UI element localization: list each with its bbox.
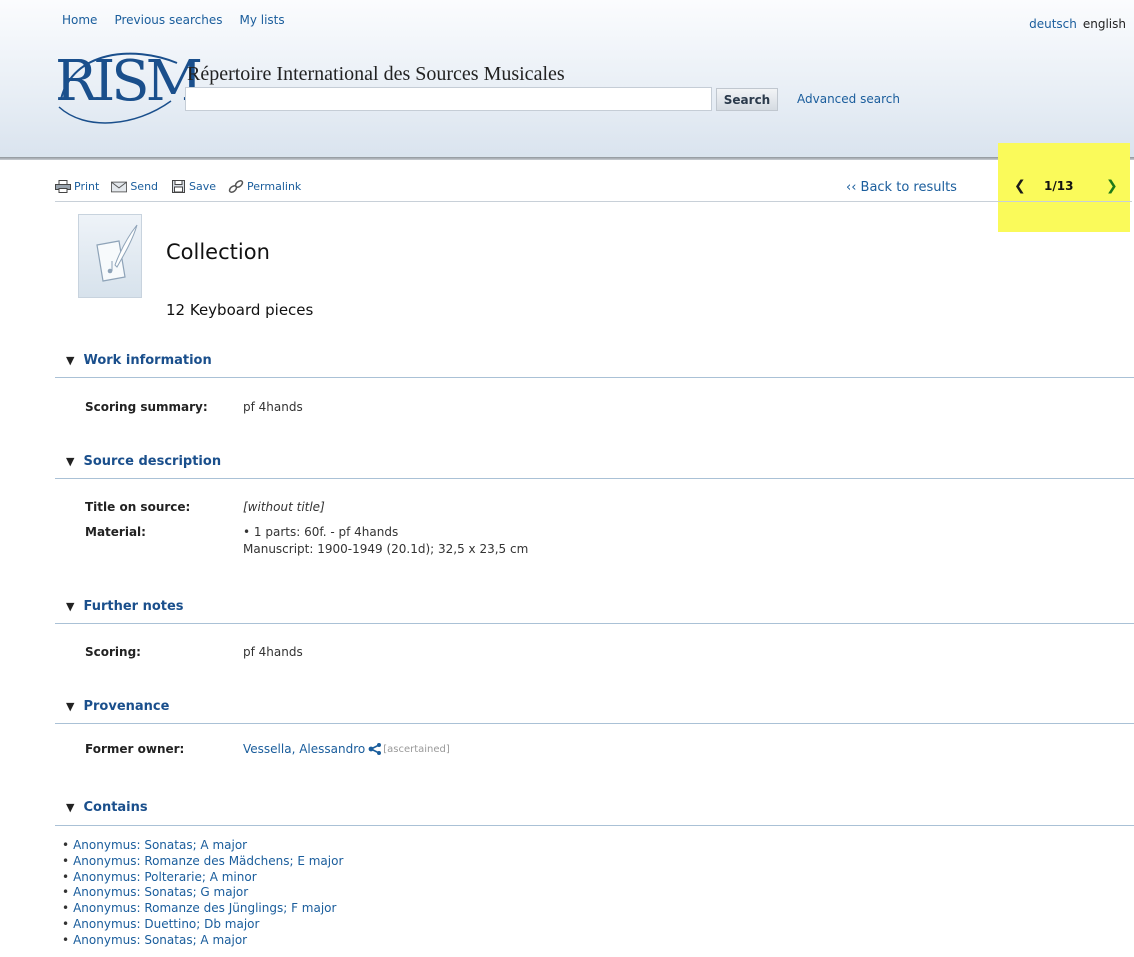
section-divider	[55, 478, 1134, 479]
contains-item[interactable]: Anonymus: Sonatas; A major	[62, 933, 343, 949]
triangle-down-icon: ▼	[66, 455, 75, 468]
contains-item[interactable]: Anonymus: Romanze des Mädchens; E major	[62, 854, 343, 870]
rism-logo[interactable]: RISM	[55, 47, 203, 127]
permalink-label: Permalink	[247, 180, 302, 193]
language-switcher: deutsch english	[1029, 17, 1126, 31]
material-parts: 1 parts: 60f. - pf 4hands	[253, 525, 399, 539]
section-toggle-work-information[interactable]: ▼ Work information	[66, 353, 212, 368]
send-label: Send	[130, 180, 159, 193]
save-label: Save	[189, 180, 217, 193]
section-toggle-source-description[interactable]: ▼ Source description	[66, 454, 221, 469]
section-heading-label: Provenance	[83, 699, 170, 714]
section-toggle-further-notes[interactable]: ▼ Further notes	[66, 599, 184, 614]
field-label-scoring: Scoring:	[85, 645, 141, 659]
field-value-scoring: pf 4hands	[243, 645, 303, 659]
section-heading-label: Source description	[83, 454, 222, 469]
nav-my-lists-link[interactable]: My lists	[239, 13, 284, 27]
section-divider	[55, 377, 1134, 378]
floppy-disk-icon	[170, 180, 186, 193]
triangle-down-icon: ▼	[66, 700, 75, 713]
section-toggle-contains[interactable]: ▼ Contains	[66, 800, 148, 815]
save-button[interactable]: Save	[170, 180, 216, 193]
lang-english-current: english	[1082, 17, 1126, 31]
top-nav: Home Previous searches My lists	[62, 13, 285, 27]
envelope-icon	[111, 180, 128, 193]
triangle-down-icon: ▼	[66, 600, 75, 613]
permalink-button[interactable]: Permalink	[228, 180, 301, 193]
contains-item[interactable]: Anonymus: Sonatas; A major	[62, 838, 343, 854]
search-input[interactable]	[185, 87, 712, 111]
pager-count: 1/13	[1044, 179, 1074, 193]
contains-item[interactable]: Anonymus: Sonatas; G major	[62, 885, 343, 901]
contains-item[interactable]: Anonymus: Polterarie; A minor	[62, 870, 343, 886]
ascertained-note: [ascertained]	[383, 743, 450, 755]
field-label-title-on-source: Title on source:	[85, 500, 191, 514]
section-divider	[55, 825, 1134, 826]
pager-next-button[interactable]: ❯	[1106, 178, 1118, 194]
site-header: Home Previous searches My lists deutsch …	[0, 0, 1134, 160]
pager-prev-button[interactable]: ❮	[1014, 178, 1026, 194]
record-title: 12 Keyboard pieces	[166, 301, 314, 319]
section-heading-label: Work information	[83, 353, 212, 368]
site-title: Répertoire International des Sources Mus…	[187, 63, 565, 85]
record-type-heading: Collection	[166, 240, 270, 264]
field-value-title-on-source: [without title]	[243, 500, 325, 514]
field-value-material-line2: Manuscript: 1900-1949 (20.1d); 32,5 x 23…	[243, 542, 529, 556]
field-value-scoring-summary: pf 4hands	[243, 400, 303, 414]
section-divider	[55, 623, 1134, 624]
back-to-results-link[interactable]: ‹‹ Back to results	[846, 180, 957, 195]
logo-text: RISM	[55, 49, 203, 114]
print-button[interactable]: Print	[55, 180, 99, 193]
header-divider	[0, 157, 1134, 160]
record-toolbar: Print Send Save Permalink	[55, 180, 313, 193]
triangle-down-icon: ▼	[66, 354, 75, 367]
former-owner-link[interactable]: Vessella, Alessandro	[243, 742, 365, 756]
search-button[interactable]: Search	[716, 88, 778, 111]
section-divider	[55, 723, 1134, 724]
field-value-material-line1: • 1 parts: 60f. - pf 4hands	[243, 525, 398, 539]
contains-list: Anonymus: Sonatas; A major Anonymus: Rom…	[62, 838, 343, 949]
send-button[interactable]: Send	[111, 180, 158, 193]
field-label-scoring-summary: Scoring summary:	[85, 400, 208, 414]
link-chain-icon	[228, 180, 244, 193]
lang-deutsch-link[interactable]: deutsch	[1029, 17, 1077, 31]
collection-thumbnail	[78, 214, 142, 298]
section-heading-label: Further notes	[83, 599, 184, 614]
share-network-icon[interactable]	[368, 743, 382, 755]
contains-item[interactable]: Anonymus: Duettino; Db major	[62, 917, 343, 933]
field-label-former-owner: Former owner:	[85, 742, 185, 756]
nav-previous-searches-link[interactable]: Previous searches	[114, 13, 222, 27]
field-value-former-owner: Vessella, Alessandro [ascertained]	[243, 742, 450, 756]
printer-icon	[55, 180, 71, 193]
quill-manuscript-icon	[96, 224, 138, 282]
section-heading-label: Contains	[83, 800, 148, 815]
field-label-material: Material:	[85, 525, 146, 539]
toolbar-divider	[55, 201, 1132, 202]
section-toggle-provenance[interactable]: ▼ Provenance	[66, 699, 169, 714]
print-label: Print	[74, 180, 100, 193]
triangle-down-icon: ▼	[66, 801, 75, 814]
advanced-search-link[interactable]: Advanced search	[797, 92, 900, 106]
bullet: •	[243, 525, 254, 539]
contains-item[interactable]: Anonymus: Romanze des Jünglings; F major	[62, 901, 343, 917]
nav-home-link[interactable]: Home	[62, 13, 97, 27]
